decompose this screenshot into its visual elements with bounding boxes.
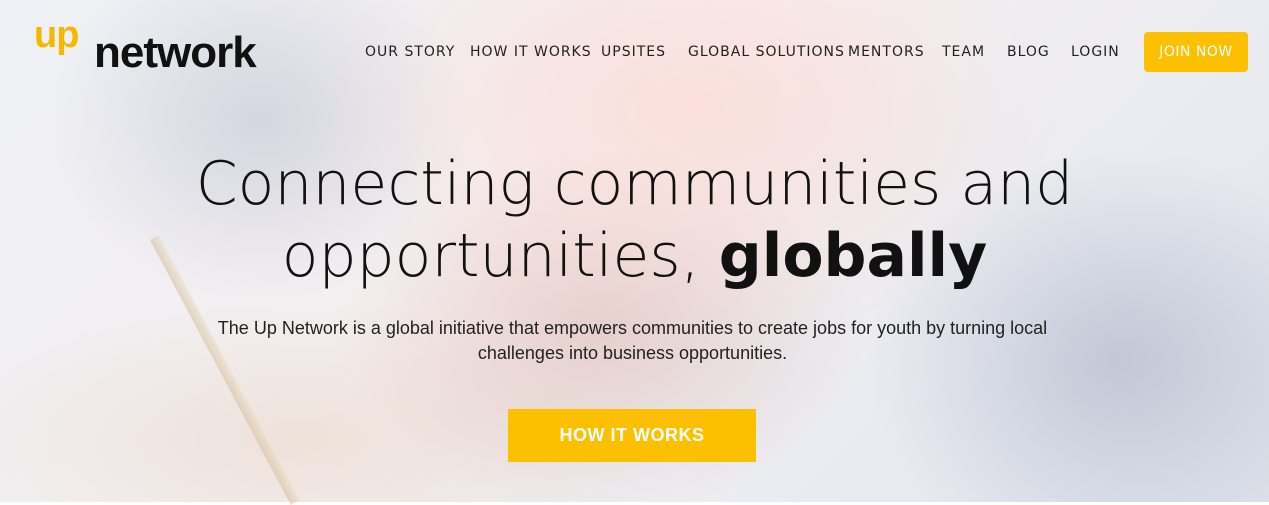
nav-how-it-works[interactable]: HOW IT WORKS [470,44,592,60]
nav-mentors[interactable]: MENTORS [848,44,925,60]
nav-our-story[interactable]: OUR STORY [365,44,455,60]
nav-team[interactable]: TEAM [942,44,985,60]
up-network-logo[interactable]: up network [34,14,304,77]
logo-network-text: network [94,28,257,77]
headline-line2-light: opportunities, [281,221,719,291]
site-header: up network OUR STORY HOW IT WORKS UPSITE… [0,0,1269,100]
nav-upsites[interactable]: UPSITES [601,44,666,60]
nav-blog[interactable]: BLOG [1007,44,1050,60]
how-it-works-button[interactable]: HOW IT WORKS [508,409,756,462]
headline-line1: Connecting communities and [195,149,1074,219]
nav-global-solutions[interactable]: GLOBAL SOLUTIONS [688,44,845,60]
hero-subtitle: The Up Network is a global initiative th… [217,318,1048,363]
hero-headline: Connecting communities and opportunities… [0,148,1269,292]
logo-up-text: up [34,14,79,56]
nav-login[interactable]: LOGIN [1071,44,1120,60]
join-now-button[interactable]: JOIN NOW [1144,32,1248,72]
headline-emphasis: globally [718,221,988,291]
